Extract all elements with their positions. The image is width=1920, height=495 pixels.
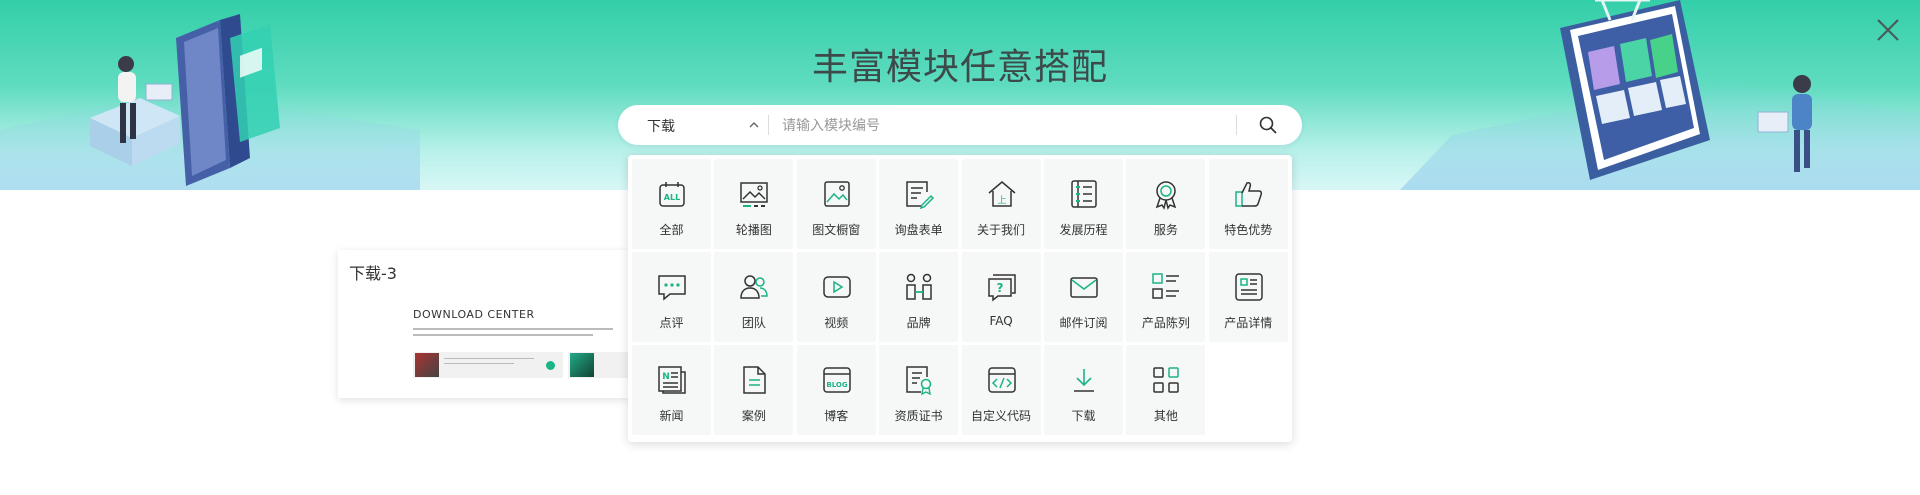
category-label: 询盘表单	[894, 223, 943, 237]
category-item-history[interactable]: 发展历程	[1043, 159, 1123, 249]
category-item-blog[interactable]: BLOG 博客	[796, 345, 876, 435]
module-preview-card[interactable]: 下载-3 DOWNLOAD CENTER	[338, 250, 628, 398]
category-item-case[interactable]: 案例	[714, 345, 794, 435]
brand-icon	[906, 273, 932, 300]
illustration-right	[1560, 0, 1812, 180]
category-select-value: 下载	[647, 119, 675, 135]
category-item-brand[interactable]: 品牌	[879, 252, 959, 342]
category-grid: ALL 全部 轮播图 图文橱窗 询盘表单 上 关于我们 发展历程 服务 特色优势…	[632, 159, 1288, 435]
category-dropdown: ALL 全部 轮播图 图文橱窗 询盘表单 上 关于我们 发展历程 服务 特色优势…	[628, 155, 1292, 442]
category-label: 图文橱窗	[812, 223, 861, 237]
category-label: 博客	[824, 409, 849, 423]
preview-text-line	[413, 328, 613, 330]
certificate-icon	[906, 366, 932, 396]
thumbs-up-icon	[1234, 182, 1262, 207]
preview-text-line	[413, 334, 593, 336]
case-file-icon	[743, 366, 767, 394]
mail-icon	[1070, 277, 1098, 298]
picture-icon	[824, 181, 850, 207]
news-icon: N	[658, 366, 686, 394]
category-item-other[interactable]: 其他	[1126, 345, 1206, 435]
category-label: 点评	[659, 316, 684, 330]
category-item-product-list[interactable]: 产品陈列	[1126, 252, 1206, 342]
category-item-carousel[interactable]: 轮播图	[714, 159, 794, 249]
preview-text-line	[444, 363, 514, 364]
faq-icon: ?	[987, 274, 1016, 302]
category-label: 产品详情	[1224, 316, 1273, 330]
comment-icon	[658, 275, 686, 301]
category-item-faq[interactable]: ? FAQ	[961, 252, 1041, 342]
category-item-team[interactable]: 团队	[714, 252, 794, 342]
all-icon: ALL	[659, 182, 685, 207]
category-label: 特色优势	[1224, 223, 1273, 237]
category-item-review[interactable]: 点评	[632, 252, 711, 342]
category-label: 产品陈列	[1141, 316, 1190, 330]
preview-heading: DOWNLOAD CENTER	[413, 308, 535, 321]
preview-thumbnail	[570, 353, 594, 377]
category-label: 邮件订阅	[1059, 316, 1108, 330]
category-label: 品牌	[906, 316, 931, 330]
category-item-product-detail[interactable]: 产品详情	[1208, 252, 1288, 342]
other-grid-icon	[1153, 367, 1180, 393]
svg-text:N: N	[662, 372, 670, 382]
svg-text:BLOG: BLOG	[826, 381, 847, 389]
page-title: 丰富模块任意搭配	[811, 47, 1108, 88]
category-item-video[interactable]: 视频	[796, 252, 876, 342]
category-item-picture-window[interactable]: 图文橱窗	[796, 159, 876, 249]
close-icon[interactable]	[1870, 12, 1906, 48]
category-label: 团队	[741, 316, 766, 330]
form-edit-icon	[906, 181, 935, 210]
svg-text:?: ?	[996, 281, 1003, 295]
search-input[interactable]	[780, 113, 1224, 139]
category-label: 视频	[824, 316, 849, 330]
download-icon	[1073, 369, 1094, 392]
product-detail-icon	[1234, 273, 1263, 301]
home-icon: 上	[988, 181, 1016, 207]
category-item-service[interactable]: 服务	[1126, 159, 1206, 249]
category-item-all[interactable]: ALL 全部	[632, 159, 711, 249]
category-label: 全部	[659, 223, 684, 237]
search-divider	[1236, 115, 1237, 135]
category-label: 新闻	[659, 409, 684, 423]
category-label: 服务	[1153, 223, 1178, 237]
blog-icon: BLOG	[823, 367, 851, 393]
category-item-custom-code[interactable]: 自定义代码	[961, 345, 1041, 435]
category-label: 轮播图	[735, 223, 772, 237]
award-icon	[1156, 181, 1177, 210]
category-item-download[interactable]: 下载	[1043, 345, 1123, 435]
category-item-certificate[interactable]: 资质证书	[879, 345, 959, 435]
category-item-inquiry-form[interactable]: 询盘表单	[879, 159, 959, 249]
code-icon	[987, 367, 1016, 393]
product-list-icon	[1152, 273, 1180, 299]
category-label: 案例	[741, 409, 766, 423]
category-label: 资质证书	[894, 409, 943, 423]
preview-download-dot	[546, 361, 555, 370]
preview-thumbnail	[415, 353, 439, 377]
category-item-features[interactable]: 特色优势	[1208, 159, 1288, 249]
preview-title: 下载-3	[349, 264, 397, 283]
category-item-news[interactable]: N 新闻	[632, 345, 711, 435]
svg-text:ALL: ALL	[664, 193, 680, 202]
search-icon[interactable]	[1258, 115, 1278, 135]
category-label: 关于我们	[977, 223, 1026, 237]
category-select[interactable]: 下载	[618, 105, 768, 145]
team-icon	[740, 275, 769, 299]
chevron-up-icon	[749, 122, 759, 128]
category-label: 其他	[1153, 409, 1178, 423]
preview-text-line	[444, 358, 534, 359]
search-divider	[768, 115, 769, 135]
timeline-icon	[1071, 180, 1097, 208]
image-carousel-icon	[740, 182, 769, 207]
category-item-about-us[interactable]: 上 关于我们	[961, 159, 1041, 249]
illustration-left	[90, 14, 280, 186]
search-bar: 下载	[618, 105, 1302, 145]
video-icon	[823, 276, 851, 298]
svg-text:上: 上	[997, 195, 1006, 206]
category-label: FAQ	[989, 314, 1013, 328]
category-item-mail-subscribe[interactable]: 邮件订阅	[1043, 252, 1123, 342]
category-label: 发展历程	[1059, 223, 1108, 237]
category-label: 下载	[1071, 409, 1096, 423]
category-label: 自定义代码	[971, 409, 1032, 423]
